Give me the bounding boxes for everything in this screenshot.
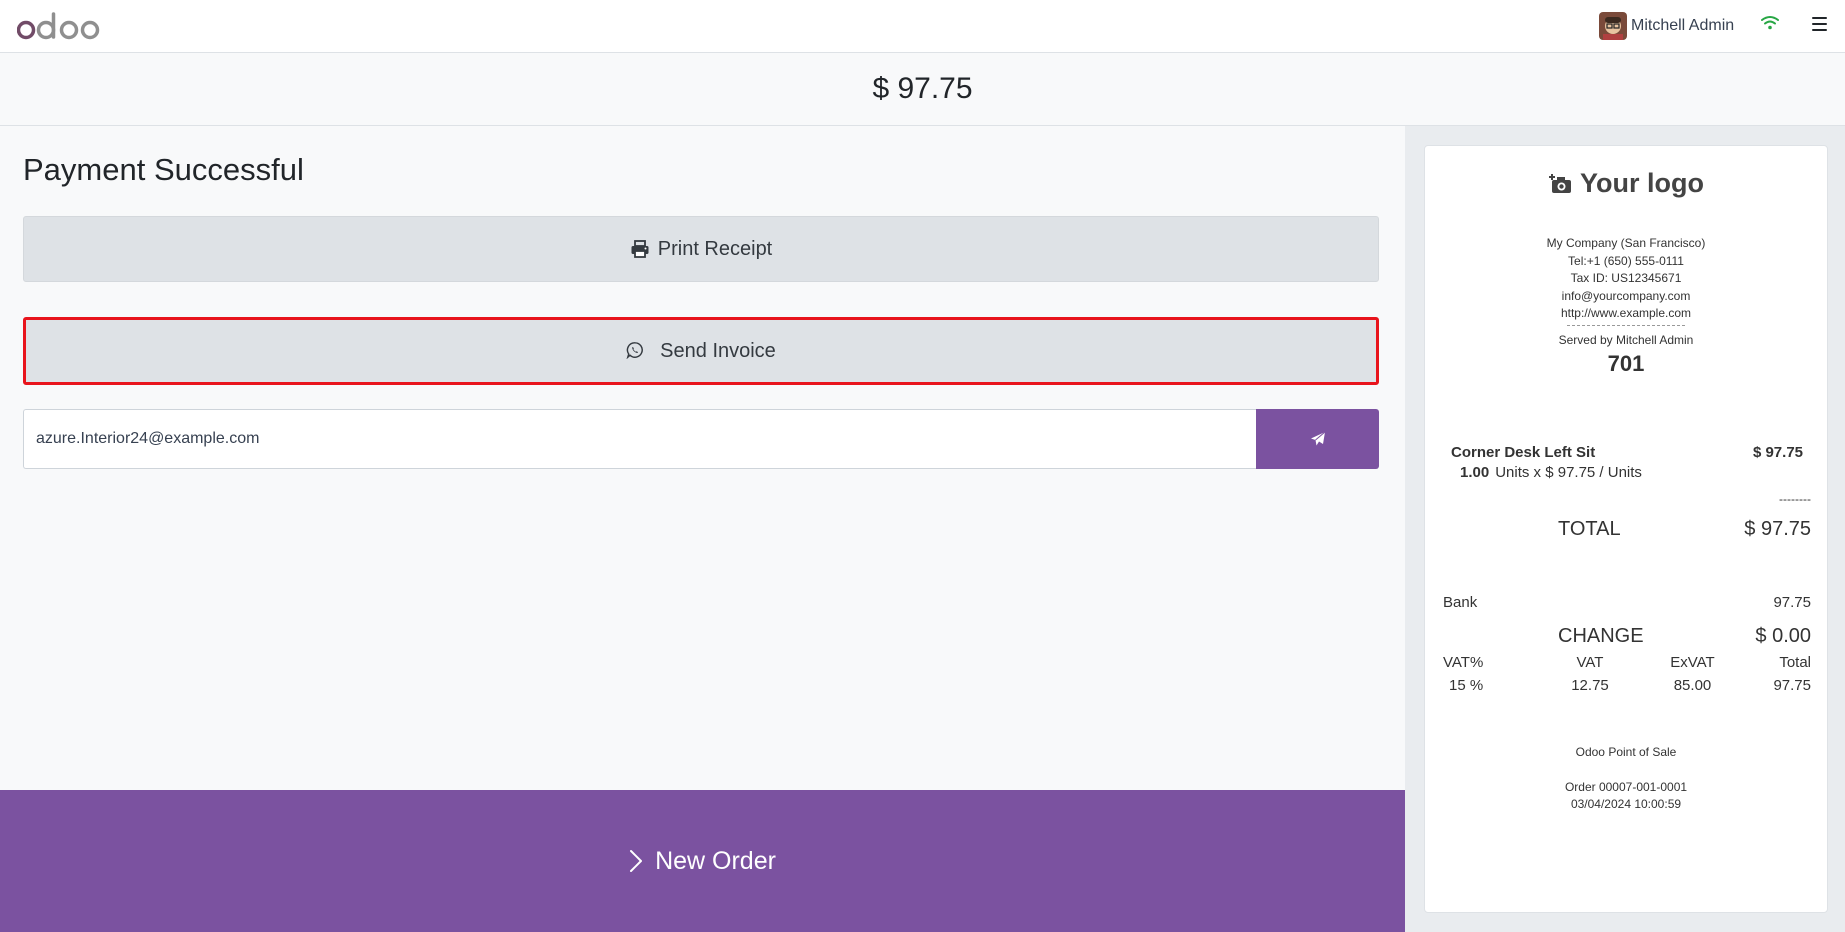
page-title: Payment Successful (23, 152, 304, 187)
company-tax-id: Tax ID: US12345671 (1570, 271, 1682, 285)
tax-header: VAT (1576, 654, 1604, 671)
payment-amount: 97.75 (1773, 594, 1811, 611)
order-reference: Order 00007-001-0001 (1564, 780, 1688, 794)
pos-name: Odoo Point of Sale (1575, 745, 1677, 759)
orderline-unit-detail: Units x $ 97.75 / Units (1495, 464, 1642, 481)
tax-header-row: VAT% VAT ExVAT Total (1443, 654, 1811, 671)
print-icon (630, 239, 650, 259)
change-value: $ 0.00 (1755, 625, 1811, 647)
orderline-qty: 1.00 (1460, 464, 1490, 481)
user-name: Mitchell Admin (1631, 17, 1735, 34)
user-menu[interactable]: Mitchell Admin (1599, 12, 1734, 40)
tax-header: VAT% (1443, 654, 1484, 671)
tax-header: ExVAT (1670, 654, 1715, 671)
new-order-button[interactable]: New Order (0, 790, 1405, 932)
total-separator: -------- (1779, 492, 1811, 506)
tax-value: 85.00 (1673, 677, 1712, 694)
avatar (1599, 12, 1627, 40)
company-tel: Tel:+1 (650) 555-0111 (1568, 253, 1684, 268)
print-receipt-button[interactable]: Print Receipt (23, 216, 1379, 282)
camera-plus-icon (1549, 173, 1571, 193)
odoo-logo[interactable] (17, 10, 101, 42)
paper-plane-icon (1310, 431, 1325, 446)
tax-value: 97.75 (1773, 677, 1811, 694)
tax-value: 12.75 (1571, 677, 1609, 694)
email-row (23, 409, 1379, 469)
receipt-logo: Your logo (1425, 168, 1827, 199)
order-number: 701 (1607, 351, 1645, 376)
amount-header: $ 97.75 (0, 53, 1845, 126)
orderline-detail: 1.00 Units x $ 97.75 / Units (1460, 464, 1642, 481)
amount-due: $ 97.75 (872, 72, 973, 105)
tax-header: Total (1779, 654, 1811, 671)
total-label: TOTAL (1558, 518, 1621, 540)
receipt-footer: Odoo Point of Sale Order 00007-001-0001 … (1425, 744, 1827, 813)
company-website: http://www.example.com (1560, 306, 1692, 320)
order-datetime: 03/04/2024 10:00:59 (1570, 797, 1682, 811)
tax-value: 15 % (1449, 677, 1484, 694)
email-input[interactable] (23, 409, 1256, 469)
wifi-icon (1761, 16, 1779, 30)
orderline-price: $ 97.75 (1752, 444, 1803, 461)
hamburger-menu-icon[interactable] (1812, 17, 1827, 32)
send-email-button[interactable] (1256, 409, 1379, 469)
total-value: $ 97.75 (1744, 518, 1811, 540)
company-name: My Company (San Francisco) (1546, 236, 1706, 250)
company-email: info@yourcompany.com (1561, 288, 1691, 303)
logo-text: Your logo (1580, 168, 1704, 198)
payment-method: Bank (1443, 594, 1478, 611)
separator (1567, 324, 1685, 326)
print-receipt-label: Print Receipt (657, 237, 773, 260)
send-invoice-label: Send Invoice (660, 339, 776, 362)
receipt-panel: Your logo My Company (San Francisco) Tel… (1405, 126, 1845, 932)
new-order-label: New Order (655, 846, 776, 875)
receipt: Your logo My Company (San Francisco) Tel… (1424, 145, 1828, 913)
tax-value-row: 15 % 12.75 85.00 97.75 (1443, 677, 1811, 694)
orderline-product: Corner Desk Left Sit (1451, 444, 1596, 461)
whatsapp-icon (626, 341, 646, 361)
top-navbar: Mitchell Admin (0, 0, 1845, 53)
change-label: CHANGE (1558, 625, 1644, 647)
send-invoice-button[interactable]: Send Invoice (23, 317, 1379, 385)
chevron-right-icon (629, 849, 643, 873)
payment-success-panel: Payment Successful Print Receipt Send In… (0, 126, 1405, 790)
served-by: Served by Mitchell Admin (1558, 332, 1694, 347)
company-info: My Company (San Francisco) Tel:+1 (650) … (1425, 235, 1827, 379)
